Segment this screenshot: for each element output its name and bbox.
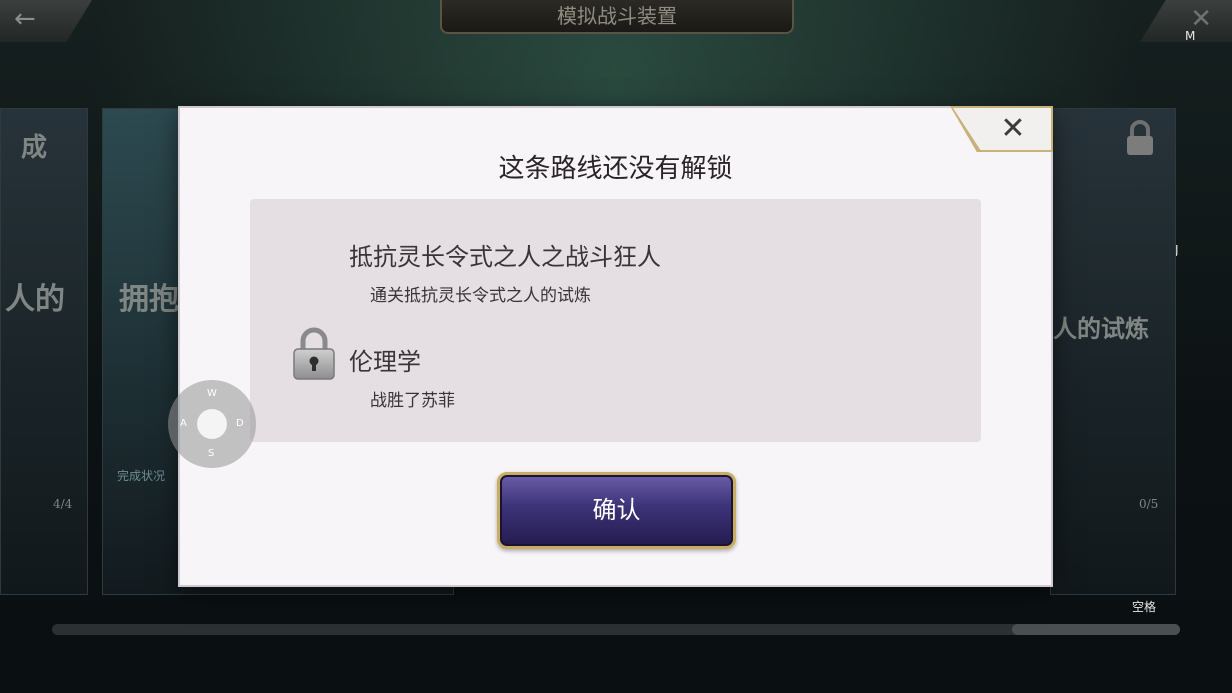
route-card-left[interactable]: 成 人的 4/4 bbox=[0, 108, 88, 595]
dialog-title: 这条路线还没有解锁 bbox=[498, 154, 733, 184]
card-left-title: 成 bbox=[21, 133, 48, 163]
requirement-1-title: 抵抗灵长令式之人之战斗狂人 bbox=[349, 243, 661, 271]
wasd-key-s: S bbox=[208, 448, 215, 459]
horizontal-scrollbar[interactable] bbox=[52, 624, 1180, 635]
card-left-text: 人的 bbox=[5, 282, 65, 317]
wasd-key-d: D bbox=[236, 418, 244, 429]
confirm-button[interactable]: 确认 bbox=[497, 472, 736, 549]
back-arrow-icon: ← bbox=[14, 4, 36, 34]
wasd-key-w: W bbox=[207, 388, 217, 399]
page-title: 模拟战斗装置 bbox=[440, 0, 794, 34]
key-hint-space: 空格 bbox=[1132, 600, 1157, 614]
route-card-right[interactable]: 人的试炼 0/5 bbox=[1050, 108, 1176, 595]
scrollbar-thumb[interactable] bbox=[1012, 624, 1180, 635]
card-mid-status: 完成状况 bbox=[117, 469, 166, 483]
card-right-lock-icon bbox=[1123, 119, 1157, 157]
card-mid-text: 拥抱 bbox=[119, 282, 179, 317]
requirement-2-title: 伦理学 bbox=[349, 348, 421, 376]
card-right-text: 人的试炼 bbox=[1053, 314, 1149, 343]
joystick-knob[interactable] bbox=[197, 409, 227, 439]
requirement-1-desc: 通关抵抗灵长令式之人的试炼 bbox=[370, 286, 591, 306]
wasd-key-a: A bbox=[180, 418, 187, 429]
wasd-joystick[interactable]: W A S D bbox=[168, 380, 256, 468]
card-right-progress: 0/5 bbox=[1139, 497, 1159, 511]
key-hint-m: M bbox=[1185, 29, 1196, 43]
card-left-progress: 4/4 bbox=[53, 497, 73, 511]
requirement-2-desc: 战胜了苏菲 bbox=[370, 391, 455, 411]
requirements-panel: 抵抗灵长令式之人之战斗狂人 通关抵抗灵长令式之人的试炼 伦理学 战胜了苏菲 bbox=[250, 199, 981, 442]
lock-icon bbox=[292, 326, 336, 382]
dialog-close-button[interactable]: ✕ bbox=[995, 112, 1031, 146]
unlock-dialog: ✕ 这条路线还没有解锁 抵抗灵长令式之人之战斗狂人 通关抵抗灵长令式之人的试炼 … bbox=[180, 106, 1053, 585]
